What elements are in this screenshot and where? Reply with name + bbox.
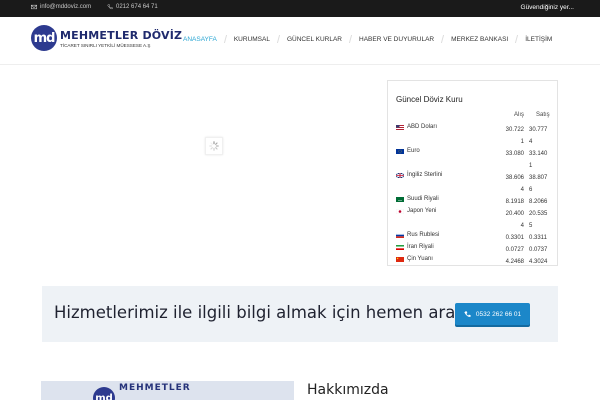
buy-column-header: Alış bbox=[514, 112, 525, 118]
logo-subtitle: TİCARET SINIRLI YETKİLİ MÜESSESE A.Ş bbox=[60, 42, 151, 48]
spinner-icon bbox=[209, 141, 219, 151]
nav-item-kurumsal[interactable]: KURUMSAL bbox=[226, 36, 278, 43]
currency-name: İngiliz Sterlini bbox=[407, 172, 443, 178]
main-nav: ANASAYFA KURUMSAL GÜNCEL KURLAR HABER VE… bbox=[175, 35, 560, 43]
exchange-rates-widget: Güncel Döviz Kuru Alış Satış ABD Doları … bbox=[387, 80, 558, 266]
currency-name: Çin Yuanı bbox=[407, 256, 433, 262]
site-logo[interactable]: md MEHMETLER DÖVİZ TİCARET SINIRLI YETKİ… bbox=[31, 25, 182, 51]
phone-icon bbox=[107, 4, 113, 10]
about-image-logo-mark: md bbox=[93, 387, 115, 400]
us-flag-icon bbox=[396, 125, 404, 130]
logo-name: MEHMETLER DÖVİZ bbox=[60, 28, 183, 42]
buy-rate: 0.3301 bbox=[505, 235, 524, 241]
cta-text: Hizmetlerimiz ile ilgili bilgi almak içi… bbox=[54, 303, 487, 322]
nav-item-guncel-kurlar[interactable]: GÜNCEL KURLAR bbox=[279, 36, 350, 43]
jp-flag-icon bbox=[396, 209, 404, 214]
sell-rate: 0.3311 bbox=[529, 235, 547, 241]
buy-rate: 38.6064 bbox=[505, 175, 524, 193]
buy-rate: 20.4004 bbox=[505, 211, 524, 229]
currency-name: ABD Doları bbox=[407, 124, 438, 130]
logo-mark: md bbox=[31, 25, 57, 51]
about-image: md MEHMETLER bbox=[41, 381, 294, 400]
call-to-action-banner: Hizmetlerimiz ile ilgili bilgi almak içi… bbox=[42, 286, 558, 342]
logo-text: MEHMETLER DÖVİZ TİCARET SINIRLI YETKİLİ … bbox=[60, 29, 182, 48]
currency-name: Rus Rublesi bbox=[407, 232, 440, 238]
phone-link[interactable]: 0212 674 64 71 bbox=[107, 4, 158, 10]
slider-loading-spinner bbox=[205, 137, 223, 155]
tagline: Güvendiğiniz yer... bbox=[520, 4, 574, 11]
email-link[interactable]: info@mddoviz.com bbox=[31, 4, 91, 10]
currency-name: İran Riyali bbox=[407, 244, 434, 250]
sell-rate: 33.1401 bbox=[529, 151, 548, 169]
call-button[interactable]: 0532 262 66 01 bbox=[455, 303, 530, 325]
rates-title: Güncel Döviz Kuru bbox=[396, 95, 463, 104]
sell-rate: 20.5355 bbox=[529, 211, 548, 229]
top-bar: info@mddoviz.com 0212 674 64 71 Güvendiğ… bbox=[0, 0, 600, 17]
sa-flag-icon bbox=[396, 197, 404, 202]
cn-flag-icon bbox=[396, 257, 404, 262]
buy-rate: 0.0727 bbox=[505, 247, 524, 253]
currency-name: Suudi Riyali bbox=[407, 196, 439, 202]
about-image-logo-name: MEHMETLER bbox=[119, 383, 191, 393]
phone-text: 0212 674 64 71 bbox=[116, 4, 158, 10]
sell-rate: 8.2066 bbox=[529, 199, 548, 205]
buy-rate: 33.080 bbox=[505, 151, 524, 157]
sell-rate: 38.8076 bbox=[529, 175, 548, 193]
buy-rate: 8.1918 bbox=[505, 199, 524, 205]
sell-rate: 0.0737 bbox=[529, 247, 548, 253]
eu-flag-icon bbox=[396, 149, 404, 154]
nav-item-haber-ve-duyurular[interactable]: HABER VE DUYURULAR bbox=[351, 36, 442, 43]
sell-rate: 4.3024 bbox=[529, 259, 548, 265]
buy-rate: 30.7221 bbox=[505, 127, 524, 145]
sell-rate: 30.7774 bbox=[529, 127, 548, 145]
ir-flag-icon bbox=[396, 245, 404, 250]
nav-item-anasayfa[interactable]: ANASAYFA bbox=[175, 36, 225, 43]
sell-column-header: Satış bbox=[536, 112, 550, 118]
envelope-icon bbox=[31, 4, 37, 10]
currency-name: Euro bbox=[407, 148, 420, 154]
email-text: info@mddoviz.com bbox=[40, 4, 92, 10]
ru-flag-icon bbox=[396, 233, 404, 238]
gb-flag-icon bbox=[396, 173, 404, 178]
currency-name: Japon Yeni bbox=[407, 208, 437, 214]
about-title: Hakkımızda bbox=[307, 382, 389, 398]
nav-item-merkez-bankasi[interactable]: MERKEZ BANKASI bbox=[443, 36, 516, 43]
site-header: md MEHMETLER DÖVİZ TİCARET SINIRLI YETKİ… bbox=[0, 17, 600, 65]
phone-icon bbox=[464, 310, 471, 317]
call-button-label: 0532 262 66 01 bbox=[475, 310, 522, 318]
buy-rate: 4.2468 bbox=[505, 259, 524, 265]
nav-item-iletisim[interactable]: İLETİŞİM bbox=[517, 36, 560, 43]
